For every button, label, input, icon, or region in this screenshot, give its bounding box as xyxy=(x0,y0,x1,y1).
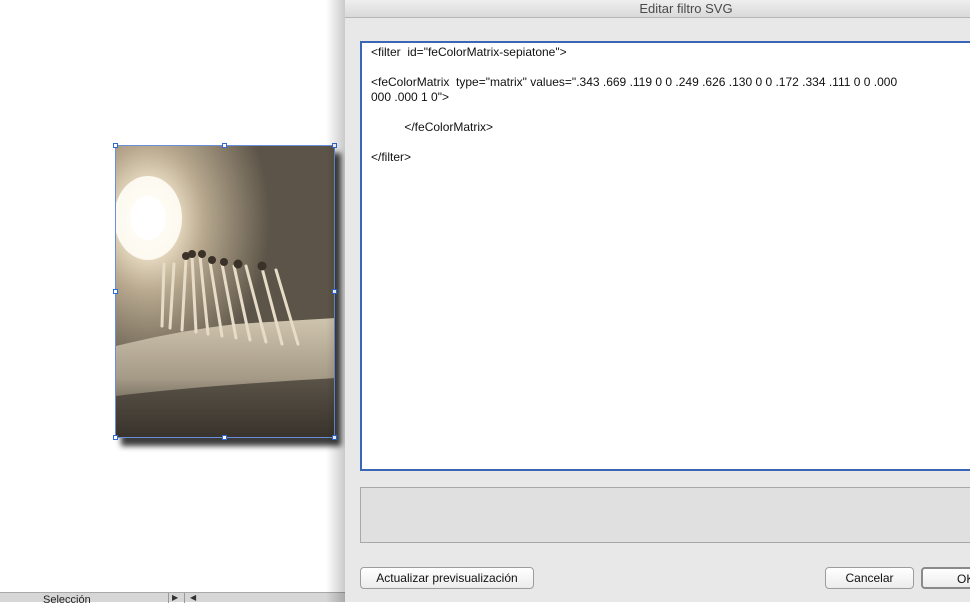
resize-handle-top-left[interactable] xyxy=(113,143,118,148)
dialog-titlebar[interactable]: Editar filtro SVG xyxy=(345,0,970,18)
resize-handle-bottom-left[interactable] xyxy=(113,435,118,440)
resize-handle-bottom[interactable] xyxy=(222,435,227,440)
code-line: </feColorMatrix> xyxy=(371,120,494,134)
message-area xyxy=(360,487,970,543)
document-canvas[interactable] xyxy=(0,0,346,592)
cancel-button[interactable]: Cancelar xyxy=(825,567,914,589)
scroll-left-icon[interactable]: ◀ xyxy=(190,594,196,602)
ok-button[interactable]: OK xyxy=(921,567,970,589)
dialog-shadow xyxy=(326,0,346,602)
update-preview-button[interactable]: Actualizar previsualización xyxy=(360,567,534,589)
sepia-matches-photo[interactable] xyxy=(115,145,335,438)
code-line: 000 .000 1 0"> xyxy=(371,90,449,104)
code-line: <filter id="feColorMatrix-sepiatone"> xyxy=(371,45,567,59)
dialog-title: Editar filtro SVG xyxy=(639,1,733,16)
resize-handle-top[interactable] xyxy=(222,143,227,148)
code-line: </filter> xyxy=(371,150,412,164)
play-right-icon[interactable]: ▶ xyxy=(172,594,178,602)
filter-code-editor[interactable]: <filter id="feColorMatrix-sepiatone"> <f… xyxy=(360,41,970,471)
status-bar: Selección ▶ ◀ xyxy=(0,592,346,606)
photo-graphic xyxy=(116,146,334,437)
edit-svg-filter-dialog: Editar filtro SVG <filter id="feColorMat… xyxy=(345,0,970,602)
selected-image-frame[interactable] xyxy=(113,143,341,446)
code-line: <feColorMatrix type="matrix" values=".34… xyxy=(371,75,898,89)
current-tool-label: Selección xyxy=(43,594,91,606)
resize-handle-left[interactable] xyxy=(113,289,118,294)
